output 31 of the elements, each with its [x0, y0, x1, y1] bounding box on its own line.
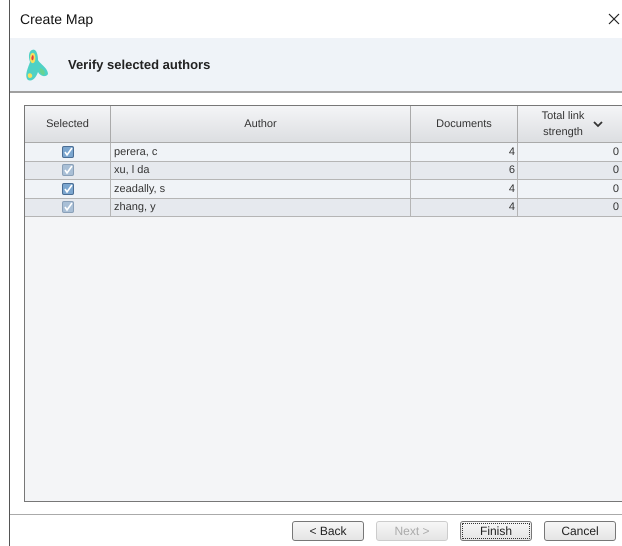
row-checkbox[interactable]: [62, 164, 74, 176]
dialog-button[interactable]: < Back: [292, 520, 364, 540]
link-strength-cell-text: 0: [612, 144, 619, 160]
close-icon[interactable]: [608, 13, 620, 25]
dialog-button[interactable]: Finish: [460, 520, 532, 540]
column-header[interactable]: Author: [111, 106, 411, 142]
column-title: Selected: [46, 117, 89, 132]
column-title: Total link strength: [540, 109, 586, 140]
row-checkbox[interactable]: [62, 201, 74, 214]
documents-cell-text: 4: [508, 182, 515, 196]
documents-cell-text: 6: [508, 163, 515, 178]
column-header[interactable]: Documents: [411, 106, 518, 142]
column-header[interactable]: Selected: [25, 106, 111, 142]
author-cell-text: zhang, y: [114, 200, 156, 215]
chevron-down-icon: [593, 120, 603, 128]
header-title: Verify selected authors: [68, 56, 210, 74]
row-checkbox[interactable]: [62, 146, 74, 158]
dialog-button[interactable]: Cancel: [544, 520, 616, 540]
column-header[interactable]: Total link strength: [518, 106, 622, 142]
author-cell-text: xu, l da: [114, 163, 150, 178]
row-checkbox[interactable]: [62, 182, 74, 195]
link-strength-cell-text: 0: [612, 200, 619, 215]
column-title: Author: [244, 117, 277, 132]
column-title: Documents: [436, 117, 492, 132]
documents-cell-text: 4: [508, 144, 515, 160]
window-title: Create Map: [20, 10, 94, 29]
documents-cell-text: 4: [508, 200, 515, 215]
author-cell-text: perera, c: [114, 144, 158, 160]
author-cell-text: zeadally, s: [114, 182, 166, 196]
link-strength-cell-text: 0: [612, 182, 619, 196]
link-strength-cell-text: 0: [612, 163, 619, 178]
